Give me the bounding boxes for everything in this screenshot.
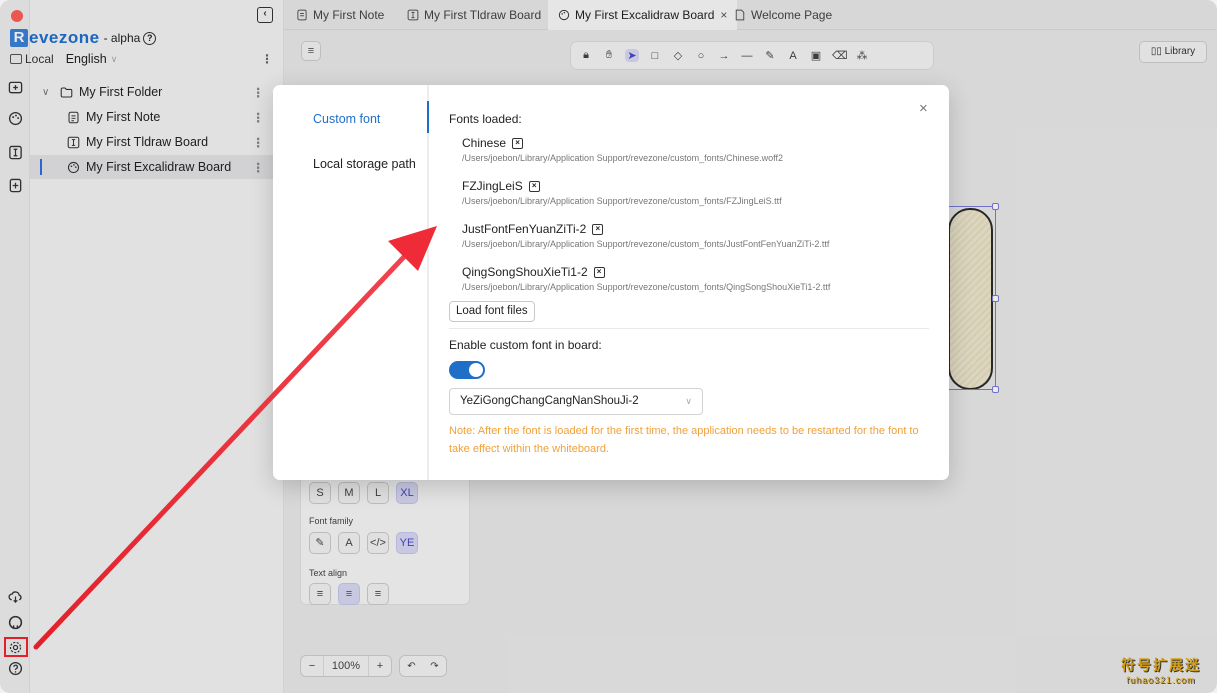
font-entry: JustFontFenYuanZiTi-2 × /Users/joebon/Lib…: [462, 222, 829, 249]
watermark-en: fuhao321.com: [1126, 675, 1196, 685]
font-name: Chinese: [462, 136, 507, 150]
font-path: /Users/joebon/Library/Application Suppor…: [462, 153, 784, 163]
font-path: /Users/joebon/Library/Application Suppor…: [462, 239, 830, 249]
load-font-files-button[interactable]: Load font files: [449, 301, 535, 322]
font-name: FZJingLeiS: [462, 179, 523, 193]
watermark: 符号扩展迷 fuhao321.com: [1121, 655, 1201, 685]
font-path: /Users/joebon/Library/Application Suppor…: [462, 282, 831, 292]
font-entry: FZJingLeiS × /Users/joebon/Library/Applic…: [462, 179, 782, 206]
watermark-cn: 符号扩展迷: [1121, 657, 1201, 673]
settings-highlight-box: [4, 637, 28, 657]
chevron-down-icon: ∨: [685, 396, 692, 406]
restart-note: Note: After the font is loaded for the f…: [449, 425, 919, 455]
divider: [449, 328, 929, 329]
toggle-knob: [469, 363, 483, 377]
font-name: JustFontFenYuanZiTi-2: [462, 222, 587, 236]
remove-font-icon[interactable]: ×: [528, 180, 540, 192]
enable-custom-font-label: Enable custom font in board:: [449, 338, 602, 352]
close-icon[interactable]: ×: [919, 100, 928, 117]
font-path: /Users/joebon/Library/Application Suppor…: [462, 196, 782, 206]
remove-font-icon[interactable]: ×: [592, 223, 604, 235]
nav-custom-font[interactable]: Custom font: [313, 112, 380, 126]
fonts-loaded-label: Fonts loaded:: [449, 112, 522, 126]
nav-divider: [427, 85, 429, 480]
selected-font: YeZiGongChangCangNanShouJi-2: [460, 395, 639, 407]
nav-active-indicator: [427, 101, 429, 133]
nav-local-storage-path[interactable]: Local storage path: [313, 157, 416, 171]
app-window: ‹ R evezone - alpha ? Local English ∨ ⋮ …: [0, 0, 1217, 693]
remove-font-icon[interactable]: ×: [593, 266, 605, 278]
settings-modal: × Custom font Local storage path Fonts l…: [273, 85, 949, 480]
enable-custom-font-toggle[interactable]: [449, 361, 485, 379]
font-entry: QingSongShouXieTi1-2 × /Users/joebon/Libr…: [462, 265, 830, 292]
font-entry: Chinese × /Users/joebon/Library/Applicati…: [462, 136, 783, 163]
font-name: QingSongShouXieTi1-2: [462, 265, 588, 279]
custom-font-select[interactable]: YeZiGongChangCangNanShouJi-2 ∨: [449, 388, 703, 415]
remove-font-icon[interactable]: ×: [512, 137, 524, 149]
